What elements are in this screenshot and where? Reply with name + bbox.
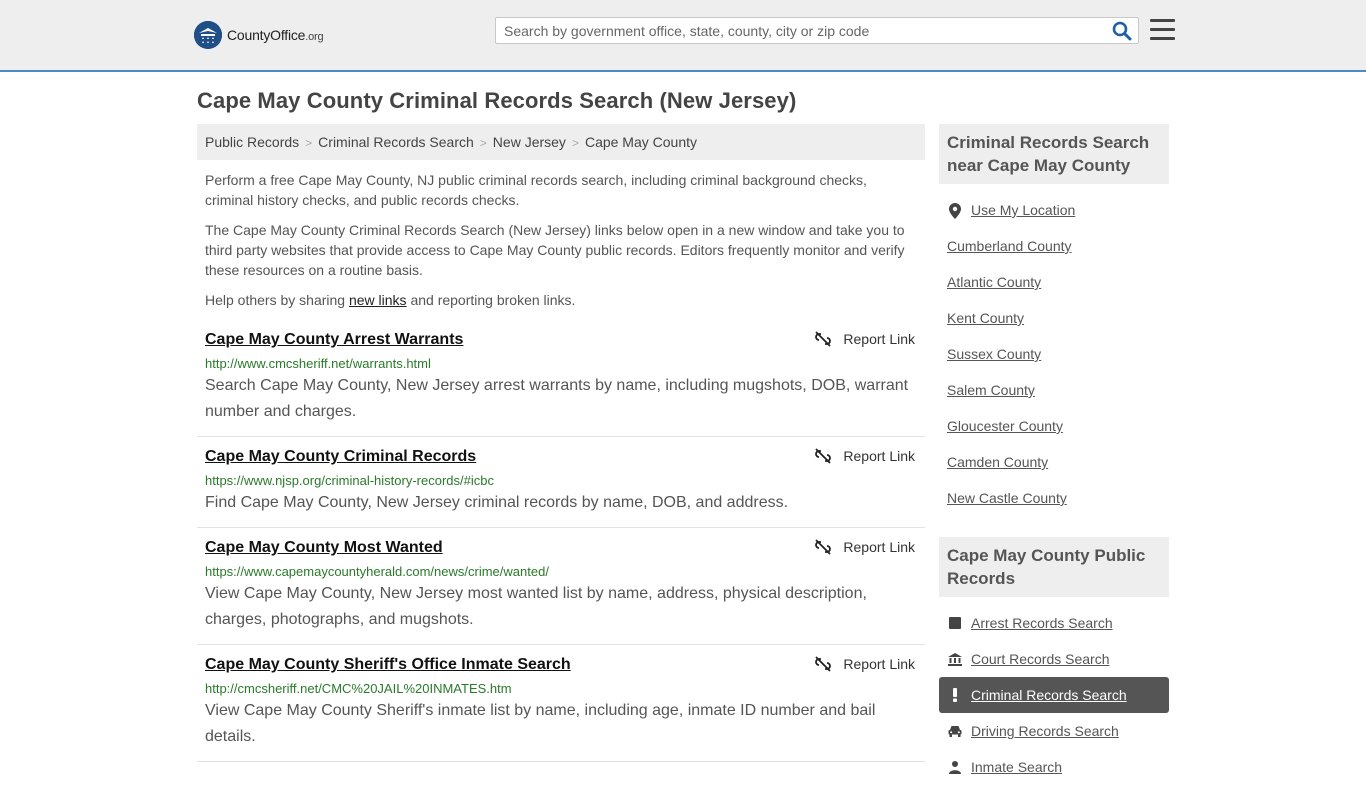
inmate-icon xyxy=(948,760,962,774)
nearby-county-link[interactable]: New Castle County xyxy=(947,490,1067,506)
listing-description: View Cape May County Sheriff's inmate li… xyxy=(205,702,876,745)
sidebar-item-arrest-records[interactable]: Arrest Records Search xyxy=(939,605,1169,641)
intro-share-text: Help others by sharing xyxy=(205,292,349,308)
broken-link-icon xyxy=(815,539,832,555)
search-input[interactable] xyxy=(496,18,1104,43)
broken-link-icon xyxy=(815,448,832,464)
location-pin-icon xyxy=(949,203,961,224)
breadcrumb-separator: > xyxy=(305,136,313,150)
sidebar-item-label: Arrest Records Search xyxy=(971,615,1113,631)
sidebar-item-label: Court Records Search xyxy=(971,651,1110,667)
nearby-county-link[interactable]: Kent County xyxy=(947,310,1024,326)
sidebar-item-inmate-search[interactable]: Inmate Search xyxy=(939,749,1169,785)
sidebar-item-label: Driving Records Search xyxy=(971,723,1119,739)
listing-item: Cape May County Sheriff's Office Inmate … xyxy=(197,656,925,750)
listing-title-link[interactable]: Cape May County Sheriff's Office Inmate … xyxy=(205,656,571,674)
broken-link-icon xyxy=(815,656,832,672)
courthouse-icon xyxy=(948,652,962,666)
report-link-label: Report Link xyxy=(843,656,915,672)
listing-divider xyxy=(197,527,925,528)
listing-url: https://www.capemaycountyherald.com/news… xyxy=(205,564,549,579)
broken-link-icon xyxy=(815,331,832,347)
nearby-county-link[interactable]: Gloucester County xyxy=(947,418,1063,434)
use-my-location-link[interactable]: Use My Location xyxy=(971,202,1075,218)
report-link-label: Report Link xyxy=(843,448,915,464)
intro-paragraph-1: Perform a free Cape May County, NJ publi… xyxy=(205,172,867,208)
listing-title-link[interactable]: Cape May County Arrest Warrants xyxy=(205,331,463,349)
nearby-county-link[interactable]: Camden County xyxy=(947,454,1048,470)
breadcrumb-cape-may-county: Cape May County xyxy=(584,134,698,150)
nearby-heading: Criminal Records Search near Cape May Co… xyxy=(939,124,1169,184)
logo-seal-icon xyxy=(194,21,222,49)
square-icon xyxy=(948,616,962,630)
breadcrumb-separator: > xyxy=(479,136,487,150)
hamburger-menu-icon[interactable] xyxy=(1150,19,1175,41)
listing-description: Find Cape May County, New Jersey crimina… xyxy=(205,494,789,511)
intro-paragraph-3: Help others by sharing new links and rep… xyxy=(205,290,917,310)
breadcrumb-criminal-records-search[interactable]: Criminal Records Search xyxy=(318,134,474,150)
breadcrumb-public-records[interactable]: Public Records xyxy=(205,134,299,150)
nearby-county-link[interactable]: Cumberland County xyxy=(947,238,1072,254)
nearby-county-link[interactable]: Sussex County xyxy=(947,346,1041,362)
listing-divider xyxy=(197,761,925,762)
breadcrumb-separator: > xyxy=(571,136,579,150)
listing-title-link[interactable]: Cape May County Most Wanted xyxy=(205,539,443,557)
listing-url: http://cmcsheriff.net/CMC%20JAIL%20INMAT… xyxy=(205,681,512,696)
report-link-button[interactable]: Report Link xyxy=(815,331,915,347)
breadcrumb: Public Records > Criminal Records Search > N… xyxy=(197,124,925,160)
exclamation-icon xyxy=(948,688,962,702)
search-icon[interactable] xyxy=(1112,21,1132,41)
report-link-button[interactable]: Report Link xyxy=(815,448,915,464)
report-link-button[interactable]: Report Link xyxy=(815,539,915,555)
logo-name: CountyOffice xyxy=(227,27,306,43)
listing-title-link[interactable]: Cape May County Criminal Records xyxy=(205,448,476,466)
listing-item: Cape May County Criminal Records Report … xyxy=(197,448,925,516)
page-title: Cape May County Criminal Records Search … xyxy=(197,88,797,113)
sidebar-item-label: Criminal Records Search xyxy=(971,687,1127,703)
sidebar-item-label: Inmate Search xyxy=(971,759,1063,775)
search-box xyxy=(495,17,1139,44)
logo-suffix: .org xyxy=(305,31,324,43)
listing-url: https://www.njsp.org/criminal-history-re… xyxy=(205,473,494,488)
logo-text: CountyOffice.org xyxy=(227,27,324,43)
intro-paragraph-2: The Cape May County Criminal Records Sea… xyxy=(205,222,905,278)
listing-item: Cape May County Arrest Warrants Report L… xyxy=(197,331,925,425)
sidebar-item-court-records[interactable]: Court Records Search xyxy=(939,641,1169,677)
listing-item: Cape May County Most Wanted Report Link … xyxy=(197,539,925,633)
breadcrumb-new-jersey[interactable]: New Jersey xyxy=(493,134,566,150)
intro-report-text: and reporting broken links. xyxy=(406,292,576,308)
site-header: CountyOffice.org xyxy=(0,0,1366,72)
listing-divider xyxy=(197,436,925,437)
car-icon xyxy=(948,724,962,738)
new-links-link[interactable]: new links xyxy=(349,292,407,308)
sidebar-item-criminal-records[interactable]: Criminal Records Search xyxy=(939,677,1169,713)
report-link-label: Report Link xyxy=(843,331,915,347)
listing-description: Search Cape May County, New Jersey arres… xyxy=(205,377,909,420)
site-logo[interactable]: CountyOffice.org xyxy=(194,20,324,50)
listing-divider xyxy=(197,644,925,645)
nearby-county-link[interactable]: Atlantic County xyxy=(947,274,1041,290)
listing-url: http://www.cmcsheriff.net/warrants.html xyxy=(205,356,431,371)
report-link-label: Report Link xyxy=(843,539,915,555)
sidebar-item-driving-records[interactable]: Driving Records Search xyxy=(939,713,1169,749)
public-records-heading: Cape May County Public Records xyxy=(939,537,1169,597)
nearby-county-link[interactable]: Salem County xyxy=(947,382,1035,398)
report-link-button[interactable]: Report Link xyxy=(815,656,915,672)
listing-description: View Cape May County, New Jersey most wa… xyxy=(205,585,867,628)
